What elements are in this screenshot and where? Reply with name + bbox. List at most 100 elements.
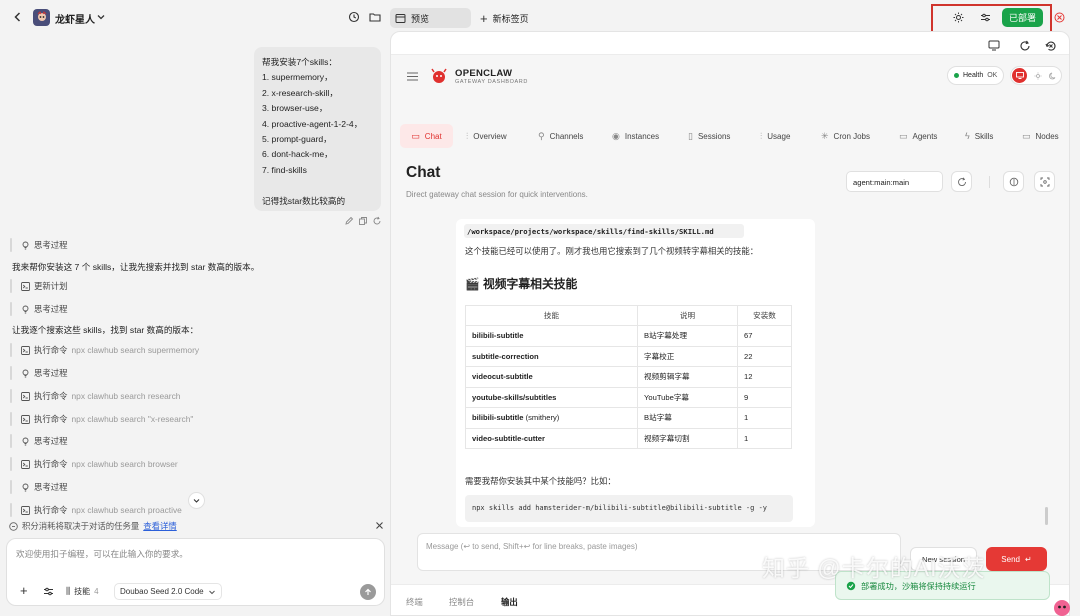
- thinking-step[interactable]: 思考过程: [10, 300, 68, 318]
- tab-agents[interactable]: ▭ Agents: [899, 124, 937, 148]
- tab-output[interactable]: 输出: [501, 596, 518, 608]
- close-circle-icon[interactable]: [1054, 12, 1065, 23]
- skill-name: subtitle-correction: [465, 345, 638, 367]
- scrollbar[interactable]: [1045, 507, 1048, 525]
- watermark: 知乎 @卡尔的AI沃茨: [762, 555, 986, 581]
- exec-step[interactable]: 执行命令 npx clawhub search "x-research": [10, 410, 193, 428]
- tab-skills[interactable]: ϟ Skills: [965, 124, 993, 148]
- tab-preview[interactable]: 预览: [390, 8, 471, 28]
- chevron-down-icon[interactable]: [96, 12, 106, 22]
- dashboard: OPENCLAW GATEWAY DASHBOARD Health OK ▭ C…: [391, 54, 1069, 599]
- model-select[interactable]: Doubao Seed 2.0 Code: [114, 583, 222, 600]
- tab-channels[interactable]: ⚲ Channels: [538, 124, 583, 148]
- refresh-session-button[interactable]: [951, 171, 972, 192]
- tab-sessions[interactable]: ▯ Sessions: [688, 124, 730, 148]
- file-icon: ▯: [688, 130, 693, 141]
- user-line: 1. supermemory，: [262, 72, 333, 83]
- table-row: video-subtitle-cutter 视频字幕切割 1: [465, 427, 792, 449]
- tab-overview[interactable]: ⫶ Overview: [466, 124, 507, 148]
- skills-table: 技能 说明 安装数 bilibili-subtitle B站字幕处理 67 su…: [465, 305, 792, 449]
- retry-icon[interactable]: [372, 216, 382, 226]
- back-icon[interactable]: [12, 11, 24, 23]
- preview-panel: OPENCLAW GATEWAY DASHBOARD Health OK ▭ C…: [390, 31, 1070, 616]
- chat-bubble-icon: ▭: [411, 130, 420, 141]
- monitor-theme-icon[interactable]: [1012, 68, 1027, 83]
- skill-count: 12: [737, 366, 792, 388]
- exec-step[interactable]: 执行命令 npx clawhub search proactive: [10, 501, 182, 519]
- exec-step[interactable]: 执行命令 npx clawhub search browser: [10, 455, 178, 473]
- skill-count: 9: [737, 386, 792, 408]
- library-icon: ⫼: [66, 586, 71, 596]
- tab-cron-jobs[interactable]: ✳ Cron Jobs: [821, 124, 870, 148]
- history-icon[interactable]: [348, 11, 360, 23]
- screen-icon[interactable]: [988, 40, 1000, 51]
- settings-sliders-icon[interactable]: [980, 12, 991, 23]
- coin-icon: [9, 521, 18, 531]
- thinking-step[interactable]: 思考过程: [10, 364, 68, 382]
- session-select[interactable]: agent:main:main: [846, 171, 943, 192]
- tab-nodes-label: Nodes: [1035, 131, 1059, 141]
- chevron-down-icon: [193, 499, 200, 503]
- tab-instances[interactable]: ◉ Instances: [612, 124, 659, 148]
- sun-icon[interactable]: [953, 12, 964, 23]
- menu-icon[interactable]: [407, 72, 418, 81]
- prompt-placeholder[interactable]: 欢迎使用扣子编程，可以在此输入你的要求。: [16, 548, 188, 560]
- sliders-icon[interactable]: [43, 586, 54, 597]
- tab-terminal[interactable]: 终端: [406, 596, 423, 608]
- plan-step[interactable]: 更新计划: [10, 277, 68, 295]
- send-button[interactable]: [360, 584, 376, 600]
- edit-icon[interactable]: [344, 216, 354, 226]
- scroll-down-button[interactable]: [188, 492, 205, 509]
- skills-button[interactable]: ⫼ 技能 4: [62, 583, 99, 600]
- assistant-message-card: /workspace/projects/workspace/skills/fin…: [456, 219, 815, 527]
- reset-icon[interactable]: [1045, 40, 1057, 52]
- user-message: 帮我安装7个skills： 1. supermemory， 2. x-resea…: [254, 47, 381, 211]
- user-line: 5. prompt-guard，: [262, 134, 332, 145]
- assistant-text: 这个技能已经可以使用了。刚才我也用它搜索到了几个视频转字幕相关的技能：: [465, 246, 759, 256]
- tab-usage[interactable]: ⫶ Usage: [760, 124, 790, 148]
- deployed-button[interactable]: 已部署: [1002, 8, 1043, 27]
- refresh-icon[interactable]: [1019, 40, 1031, 52]
- skill-count: 1: [737, 427, 792, 449]
- exec-command: npx clawhub search research: [71, 391, 181, 401]
- terminal-icon: [20, 345, 30, 355]
- table-row: bilibili-subtitle B站字幕处理 67: [465, 325, 792, 347]
- assistant-text: 让我逐个搜索这些 skills，找到 star 数高的版本：: [12, 325, 199, 335]
- arrow-up-icon: [365, 588, 371, 595]
- terminal-icon: [20, 391, 30, 401]
- thinking-toggle-button[interactable]: [1003, 171, 1024, 192]
- user-line: 帮我安装7个skills：: [262, 57, 337, 67]
- tab-nodes[interactable]: ▭ Nodes: [1022, 124, 1059, 148]
- tab-skills-label: Skills: [974, 131, 994, 141]
- exec-command: npx clawhub search proactive: [71, 505, 182, 515]
- skill-name: videocut-subtitle: [465, 366, 638, 388]
- new-tab-button[interactable]: + 新标签页: [480, 12, 529, 25]
- light-theme-icon[interactable]: [1034, 72, 1042, 80]
- project-name[interactable]: 龙虾星人: [55, 11, 95, 26]
- close-icon[interactable]: [375, 521, 384, 530]
- skills-count: 4: [94, 587, 99, 596]
- tab-usage-label: Usage: [767, 131, 791, 141]
- tab-sessions-label: Sessions: [697, 131, 731, 141]
- exec-step[interactable]: 执行命令 npx clawhub search research: [10, 387, 180, 405]
- dark-theme-icon[interactable]: [1049, 72, 1057, 80]
- tab-console[interactable]: 控制台: [449, 596, 474, 608]
- thinking-step[interactable]: 思考过程: [10, 478, 68, 496]
- notice-link[interactable]: 查看详情: [143, 520, 177, 532]
- mascot-icon[interactable]: [1052, 596, 1072, 616]
- add-icon[interactable]: +: [20, 584, 28, 597]
- exec-step[interactable]: 执行命令 npx clawhub search supermemory: [10, 341, 199, 359]
- assistant-text: 需要我帮你安装其中某个技能吗？比如：: [465, 476, 616, 486]
- skill-count: 22: [737, 345, 792, 367]
- copy-icon[interactable]: [358, 216, 368, 226]
- folder-icon[interactable]: [369, 11, 381, 23]
- skill-name-suffix: (smithery): [523, 413, 560, 423]
- send-message-button[interactable]: Send ↵: [986, 547, 1047, 571]
- thinking-step[interactable]: 思考过程: [10, 236, 68, 254]
- tab-chat[interactable]: ▭ Chat: [400, 124, 453, 148]
- thinking-step[interactable]: 思考过程: [10, 432, 68, 450]
- lightbulb-icon: [20, 436, 30, 446]
- table-row: subtitle-correction 字幕校正 22: [465, 345, 792, 367]
- prompt-input-box[interactable]: 欢迎使用扣子编程，可以在此输入你的要求。 + ⫼ 技能 4 Doubao See…: [6, 538, 385, 606]
- focus-mode-button[interactable]: [1034, 171, 1055, 192]
